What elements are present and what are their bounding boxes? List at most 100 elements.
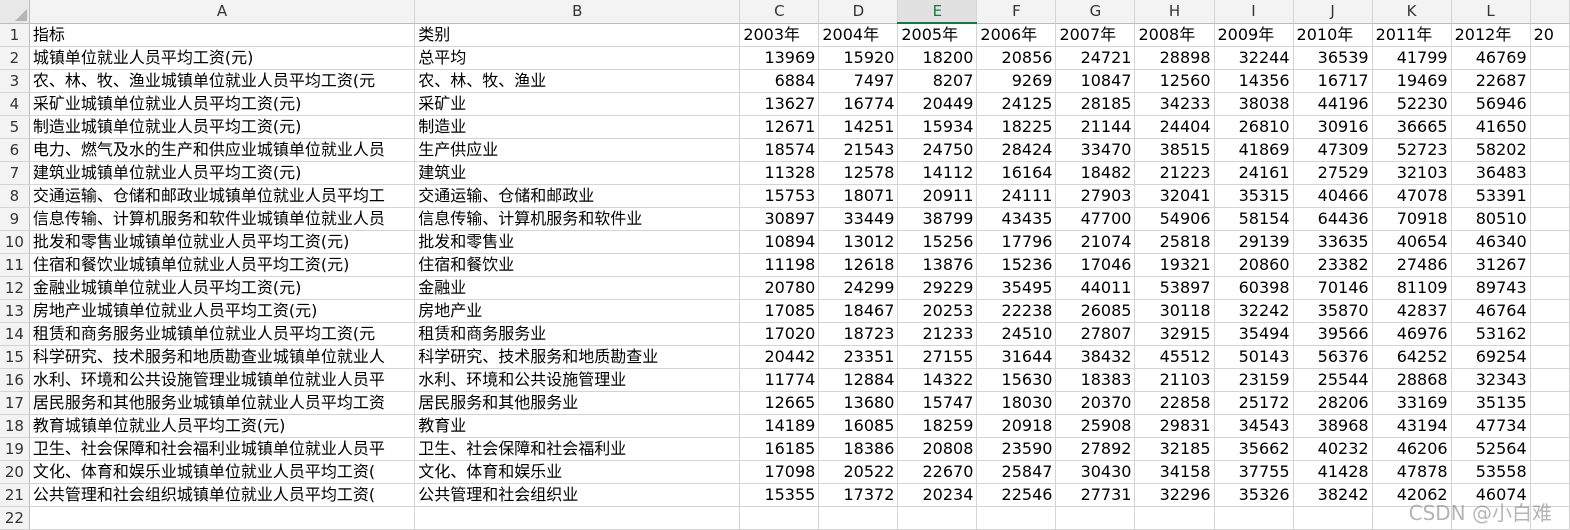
- cell-empty[interactable]: [1293, 506, 1373, 530]
- cell-empty[interactable]: [1530, 115, 1570, 139]
- cell-value[interactable]: 64252: [1372, 345, 1452, 369]
- column-header-g[interactable]: G: [1055, 0, 1136, 24]
- cell-indicator[interactable]: 金融业城镇单位就业人员平均工资(元): [29, 276, 416, 300]
- cell-value[interactable]: 30916: [1293, 115, 1373, 139]
- row-header[interactable]: 19: [0, 437, 30, 461]
- cell-value[interactable]: 28424: [976, 138, 1057, 162]
- cell-value[interactable]: 21103: [1134, 368, 1215, 392]
- cell-value[interactable]: 23590: [976, 437, 1057, 461]
- cell-value[interactable]: 15355: [739, 483, 820, 507]
- cell-empty[interactable]: [1530, 161, 1570, 185]
- cell-value[interactable]: 18030: [976, 391, 1057, 415]
- cell-value[interactable]: 27486: [1372, 253, 1452, 277]
- cell-value[interactable]: 45512: [1134, 345, 1215, 369]
- cell-value[interactable]: 19321: [1134, 253, 1215, 277]
- cell-value[interactable]: 20860: [1214, 253, 1294, 277]
- cell-value[interactable]: 31644: [976, 345, 1057, 369]
- cell-value[interactable]: 29831: [1134, 414, 1215, 438]
- cell-category[interactable]: 总平均: [414, 46, 741, 70]
- cell-indicator[interactable]: 电力、燃气及水的生产和供应业城镇单位就业人员: [29, 138, 416, 162]
- cell-value[interactable]: 34233: [1134, 92, 1215, 116]
- cell-empty[interactable]: [1530, 253, 1570, 277]
- cell-value[interactable]: 81109: [1372, 276, 1452, 300]
- cell-value[interactable]: 38515: [1134, 138, 1215, 162]
- cell-value[interactable]: 56376: [1293, 345, 1373, 369]
- cell-value[interactable]: 17372: [818, 483, 899, 507]
- cell-value[interactable]: 32343: [1451, 368, 1531, 392]
- cell-value[interactable]: 39566: [1293, 322, 1373, 346]
- cell-value[interactable]: 27892: [1055, 437, 1136, 461]
- cell-value[interactable]: 12578: [818, 161, 899, 185]
- header-cell-year[interactable]: 2009年: [1214, 23, 1294, 47]
- cell-indicator[interactable]: 居民服务和其他服务业城镇单位就业人员平均工资: [29, 391, 416, 415]
- cell-value[interactable]: 16774: [818, 92, 899, 116]
- cell-value[interactable]: 33169: [1372, 391, 1452, 415]
- cell-value[interactable]: 27807: [1055, 322, 1136, 346]
- column-header-d[interactable]: D: [818, 0, 899, 24]
- cell-category[interactable]: 文化、体育和娱乐业: [414, 460, 741, 484]
- cell-value[interactable]: 24510: [976, 322, 1057, 346]
- worksheet-table[interactable]: ABCDEFGHIJKL 1 指标 类别 2003年 2004年 2005年 2006年 20…: [0, 0, 1570, 530]
- header-cell-year[interactable]: 2010年: [1293, 23, 1373, 47]
- cell-category[interactable]: 水利、环境和公共设施管理业: [414, 368, 741, 392]
- cell-value[interactable]: 38968: [1293, 414, 1373, 438]
- cell-empty[interactable]: [1530, 92, 1570, 116]
- cell-empty[interactable]: [1134, 506, 1215, 530]
- cell-value[interactable]: 22670: [897, 460, 978, 484]
- cell-value[interactable]: 26810: [1214, 115, 1294, 139]
- cell-indicator[interactable]: 教育城镇单位就业人员平均工资(元): [29, 414, 416, 438]
- row-header[interactable]: 16: [0, 368, 30, 392]
- cell-value[interactable]: 35662: [1214, 437, 1294, 461]
- cell-empty[interactable]: [976, 506, 1057, 530]
- cell-value[interactable]: 41650: [1451, 115, 1531, 139]
- cell-value[interactable]: 29139: [1214, 230, 1294, 254]
- header-cell-year[interactable]: 2012年: [1451, 23, 1531, 47]
- cell-value[interactable]: 17098: [739, 460, 820, 484]
- cell-value[interactable]: 44011: [1055, 276, 1136, 300]
- cell-value[interactable]: 69254: [1451, 345, 1531, 369]
- cell-indicator[interactable]: 住宿和餐饮业城镇单位就业人员平均工资(元): [29, 253, 416, 277]
- column-header-a[interactable]: A: [29, 0, 416, 24]
- cell-value[interactable]: 16164: [976, 161, 1057, 185]
- cell-value[interactable]: 20522: [818, 460, 899, 484]
- header-cell-category[interactable]: 类别: [414, 23, 741, 47]
- cell-value[interactable]: 33635: [1293, 230, 1373, 254]
- row-header[interactable]: 20: [0, 460, 30, 484]
- cell-value[interactable]: 24750: [897, 138, 978, 162]
- cell-value[interactable]: 30430: [1055, 460, 1136, 484]
- row-header[interactable]: 13: [0, 299, 30, 323]
- cell-value[interactable]: 20370: [1055, 391, 1136, 415]
- cell-value[interactable]: 32103: [1372, 161, 1452, 185]
- cell-value[interactable]: 21543: [818, 138, 899, 162]
- cell-value[interactable]: 20911: [897, 184, 978, 208]
- cell-value[interactable]: 12884: [818, 368, 899, 392]
- column-header-b[interactable]: B: [414, 0, 741, 24]
- cell-value[interactable]: 53391: [1451, 184, 1531, 208]
- cell-value[interactable]: 17020: [739, 322, 820, 346]
- column-header-l[interactable]: L: [1451, 0, 1531, 24]
- cell-value[interactable]: 36539: [1293, 46, 1373, 70]
- cell-empty[interactable]: [1055, 506, 1136, 530]
- cell-empty[interactable]: [1530, 184, 1570, 208]
- cell-value[interactable]: 17796: [976, 230, 1057, 254]
- cell-empty[interactable]: [1530, 368, 1570, 392]
- cell-value[interactable]: 50143: [1214, 345, 1294, 369]
- cell-value[interactable]: 60398: [1214, 276, 1294, 300]
- cell-empty[interactable]: [1530, 207, 1570, 231]
- cell-value[interactable]: 18200: [897, 46, 978, 70]
- cell-value[interactable]: 70918: [1372, 207, 1452, 231]
- row-header[interactable]: 15: [0, 345, 30, 369]
- cell-value[interactable]: 46074: [1451, 483, 1531, 507]
- cell-value[interactable]: 56946: [1451, 92, 1531, 116]
- cell-value[interactable]: 18723: [818, 322, 899, 346]
- cell-value[interactable]: 9269: [976, 69, 1057, 93]
- cell-empty[interactable]: [1530, 506, 1570, 530]
- cell-value[interactable]: 11198: [739, 253, 820, 277]
- cell-value[interactable]: 26085: [1055, 299, 1136, 323]
- cell-value[interactable]: 35870: [1293, 299, 1373, 323]
- cell-value[interactable]: 24721: [1055, 46, 1136, 70]
- cell-empty[interactable]: [1530, 276, 1570, 300]
- cell-category[interactable]: 采矿业: [414, 92, 741, 116]
- cell-value[interactable]: 43194: [1372, 414, 1452, 438]
- cell-value[interactable]: 32915: [1134, 322, 1215, 346]
